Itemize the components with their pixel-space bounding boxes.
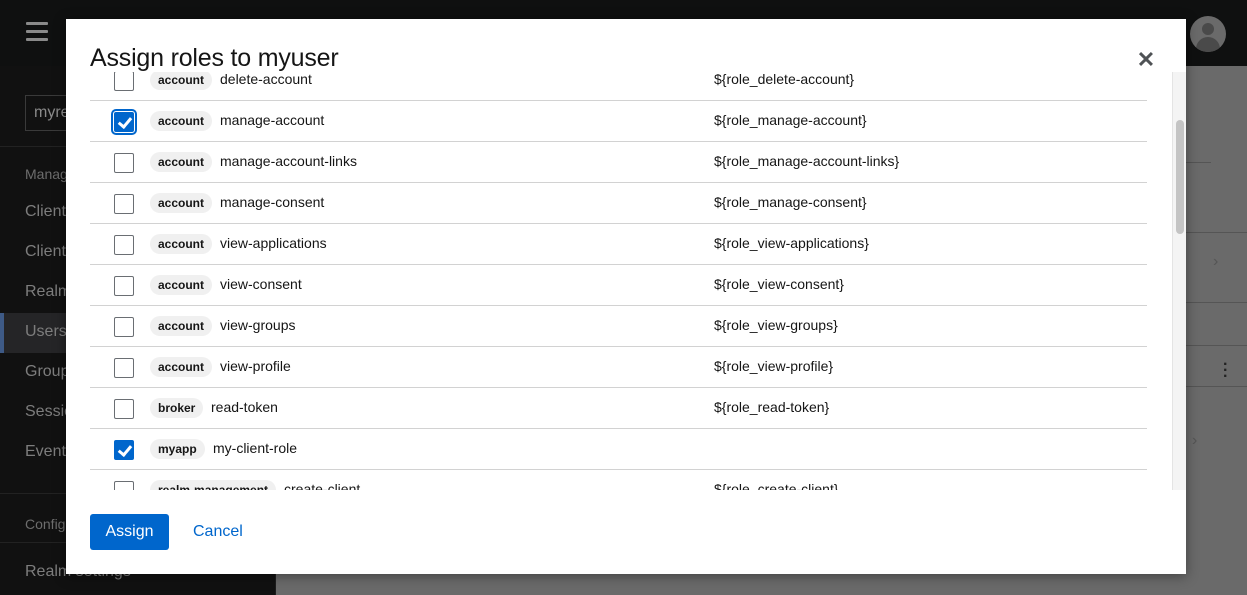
role-checkbox[interactable] bbox=[114, 235, 134, 255]
role-description: ${role_create-client} bbox=[714, 481, 839, 490]
role-description: ${role_view-groups} bbox=[714, 317, 838, 333]
role-name: delete-account bbox=[220, 72, 312, 87]
table-divider bbox=[1186, 232, 1247, 233]
role-checkbox[interactable] bbox=[114, 317, 134, 337]
chevron-right-icon: › bbox=[1213, 253, 1219, 270]
cancel-button[interactable]: Cancel bbox=[184, 514, 252, 550]
role-description: ${role_manage-account-links} bbox=[714, 153, 900, 169]
chevron-right-icon: › bbox=[1192, 432, 1198, 449]
role-checkbox[interactable] bbox=[111, 109, 137, 135]
role-row[interactable]: broker read-token ${role_read-token} bbox=[90, 388, 1147, 429]
role-description: ${role_view-consent} bbox=[714, 276, 844, 292]
modal-title: Assign roles to myuser bbox=[90, 44, 339, 72]
client-badge: account bbox=[150, 111, 213, 131]
client-badge: account bbox=[150, 152, 213, 172]
role-name: view-profile bbox=[220, 358, 291, 374]
assign-button[interactable]: Assign bbox=[90, 514, 169, 550]
role-description: ${role_read-token} bbox=[714, 399, 830, 415]
role-row[interactable]: account view-consent ${role_view-consent… bbox=[90, 265, 1147, 306]
role-name: read-token bbox=[211, 399, 278, 415]
role-row[interactable]: realm-management create-client ${role_cr… bbox=[90, 470, 1147, 490]
table-divider bbox=[1186, 302, 1247, 303]
role-name: create-client bbox=[284, 481, 361, 490]
role-description: ${role_manage-consent} bbox=[714, 194, 867, 210]
role-name: manage-consent bbox=[220, 194, 325, 210]
role-checkbox[interactable] bbox=[114, 194, 134, 214]
role-row[interactable]: account view-applications ${role_view-ap… bbox=[90, 224, 1147, 265]
hamburger-icon[interactable] bbox=[26, 22, 48, 42]
role-checkbox[interactable] bbox=[114, 276, 134, 296]
role-checkbox[interactable] bbox=[114, 481, 134, 490]
kebab-menu-icon[interactable]: · · · bbox=[1223, 357, 1228, 385]
role-name: manage-account bbox=[220, 112, 325, 128]
client-badge: account bbox=[150, 193, 213, 213]
role-description: ${role_delete-account} bbox=[714, 72, 855, 87]
roles-table: account delete-account ${role_delete-acc… bbox=[90, 72, 1186, 490]
role-name: my-client-role bbox=[213, 440, 298, 456]
client-badge: account bbox=[150, 357, 213, 377]
role-name: view-consent bbox=[220, 276, 302, 292]
assign-roles-modal: Assign roles to myuser ✕ account delete-… bbox=[66, 19, 1186, 574]
client-badge: account bbox=[150, 316, 213, 336]
role-description: ${role_view-profile} bbox=[714, 358, 834, 374]
role-row[interactable]: myapp my-client-role bbox=[90, 429, 1147, 470]
role-name: view-groups bbox=[220, 317, 296, 333]
role-checkbox[interactable] bbox=[114, 399, 134, 419]
role-name: view-applications bbox=[220, 235, 327, 251]
role-row[interactable]: account view-profile ${role_view-profile… bbox=[90, 347, 1147, 388]
close-icon[interactable]: ✕ bbox=[1136, 49, 1156, 71]
role-description: ${role_manage-account} bbox=[714, 112, 867, 128]
role-checkbox[interactable] bbox=[114, 72, 134, 91]
role-description: ${role_view-applications} bbox=[714, 235, 869, 251]
client-badge: myapp bbox=[150, 439, 205, 459]
client-badge: broker bbox=[150, 398, 204, 418]
role-checkbox[interactable] bbox=[114, 153, 134, 173]
role-row[interactable]: account view-groups ${role_view-groups} bbox=[90, 306, 1147, 347]
role-row[interactable]: account manage-account-links ${role_mana… bbox=[90, 142, 1147, 183]
tab-underline bbox=[1186, 162, 1211, 163]
client-badge: account bbox=[150, 234, 213, 254]
table-divider bbox=[1186, 386, 1247, 387]
client-badge: account bbox=[150, 72, 213, 90]
role-row[interactable]: account manage-consent ${role_manage-con… bbox=[90, 183, 1147, 224]
scrollbar-thumb[interactable] bbox=[1176, 120, 1184, 234]
role-name: manage-account-links bbox=[220, 153, 357, 169]
scrollbar[interactable] bbox=[1172, 72, 1186, 490]
role-row[interactable]: account manage-account ${role_manage-acc… bbox=[90, 101, 1147, 142]
role-checkbox[interactable] bbox=[114, 358, 134, 378]
client-badge: realm-management bbox=[150, 480, 277, 490]
role-row[interactable]: account delete-account ${role_delete-acc… bbox=[90, 72, 1147, 101]
client-badge: account bbox=[150, 275, 213, 295]
user-avatar-icon[interactable] bbox=[1190, 16, 1226, 52]
role-checkbox[interactable] bbox=[114, 440, 134, 460]
table-divider bbox=[1186, 345, 1247, 346]
